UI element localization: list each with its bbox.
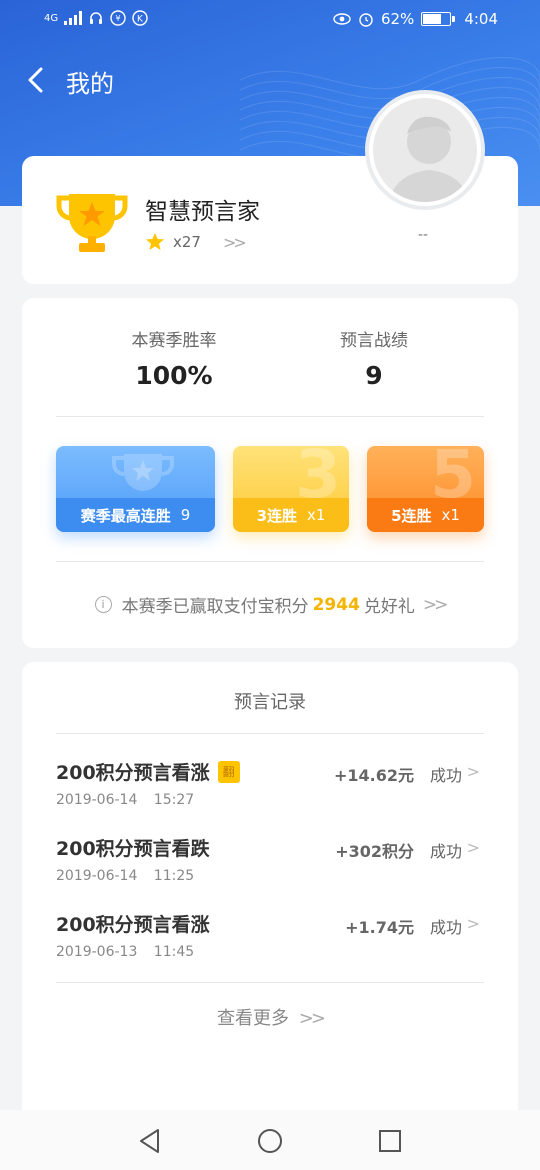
record-value: 9: [274, 361, 474, 390]
info-icon: i: [95, 596, 112, 613]
double-chevron-right-icon: >>: [423, 595, 446, 615]
badge-season-max-streak[interactable]: 赛季最高连胜 9: [56, 446, 215, 532]
headset-icon: [88, 10, 104, 26]
nickname: --: [418, 227, 428, 243]
chevron-right-icon: >: [467, 838, 480, 857]
record-status: 成功: [430, 838, 462, 862]
list-item[interactable]: 200积分预言看涨 2019-06-13 11:45 +1.74元 成功 >: [56, 910, 484, 974]
star-count: x27: [173, 233, 201, 251]
win-rate-stat: 本赛季胜率 100%: [74, 326, 274, 390]
nav-back-icon[interactable]: [136, 1126, 166, 1156]
system-nav-bar: [0, 1110, 540, 1170]
clock: 4:04: [464, 10, 498, 28]
record-title: 200积分预言看跌: [56, 834, 210, 861]
records-title: 预言记录: [22, 688, 518, 714]
record-label: 预言战绩: [274, 326, 474, 351]
battery-percent: 62%: [381, 10, 414, 28]
star-summary[interactable]: x27 >>: [145, 232, 244, 252]
badge-value: x1: [307, 506, 325, 524]
battery-icon: [421, 12, 451, 26]
list-item[interactable]: 200积分预言看跌 2019-06-14 11:25 +302积分 成功 >: [56, 834, 484, 898]
double-tag-badge: 翻: [218, 761, 240, 783]
badge-value: 9: [181, 506, 191, 524]
eye-icon: [333, 13, 351, 25]
divider: [56, 416, 484, 417]
trophy-watermark-icon: [108, 450, 178, 500]
chevron-right-icon: >: [467, 914, 480, 933]
avatar[interactable]: [365, 90, 485, 210]
win-rate-label: 本赛季胜率: [74, 326, 274, 351]
alipay-points-link[interactable]: i 本赛季已赢取支付宝积分2944兑好礼 >>: [22, 592, 518, 617]
network-type-icon: 4G: [44, 13, 58, 24]
view-more-button[interactable]: 查看更多 >>: [22, 1004, 518, 1030]
list-item[interactable]: 200积分预言看涨 翻 2019-06-14 15:27 +14.62元 成功 …: [56, 758, 484, 822]
back-button[interactable]: [20, 62, 50, 98]
chevron-left-icon: [26, 66, 44, 94]
nav-home-icon[interactable]: [255, 1126, 285, 1156]
signal-icon: [64, 11, 82, 25]
badge-3-streak[interactable]: 3 3连胜 x1: [233, 446, 349, 532]
divider: [56, 733, 484, 734]
prediction-records-card: 预言记录 200积分预言看涨 翻 2019-06-14 15:27 +14.62…: [22, 662, 518, 1122]
record-amount: +1.74元: [345, 914, 414, 938]
season-stats-card: 本赛季胜率 100% 预言战绩 9 赛季最高连胜 9 3 3连胜 x1 5 5连…: [22, 298, 518, 648]
record-date: 2019-06-13 11:45: [56, 944, 194, 960]
svg-text:¥: ¥: [116, 14, 121, 23]
win-rate-value: 100%: [74, 361, 274, 390]
star-icon: [145, 232, 165, 252]
double-chevron-right-icon: >>: [299, 1008, 323, 1029]
chevron-right-icon: >: [467, 762, 480, 781]
status-bar: 4G ¥ K 62% 4:04: [0, 0, 540, 42]
record-status: 成功: [430, 914, 462, 938]
record-stat: 预言战绩 9: [274, 326, 474, 390]
divider: [56, 982, 484, 983]
record-title: 200积分预言看涨: [56, 910, 210, 937]
badge-5-streak[interactable]: 5 5连胜 x1: [367, 446, 484, 532]
page-title: 我的: [66, 64, 114, 99]
badge-label: 赛季最高连胜: [81, 505, 171, 526]
alarm-icon: [358, 11, 374, 27]
points-suffix: 兑好礼: [364, 592, 415, 617]
record-date: 2019-06-14 15:27: [56, 792, 194, 808]
record-amount: +302积分: [335, 838, 414, 862]
record-status: 成功: [430, 762, 462, 786]
record-date: 2019-06-14 11:25: [56, 868, 194, 884]
trophy-icon: [55, 186, 129, 254]
points-prefix: 本赛季已赢取支付宝积分: [122, 592, 309, 617]
k-app-icon: K: [132, 10, 148, 26]
record-amount: +14.62元: [334, 762, 414, 786]
badge-value: x1: [442, 506, 460, 524]
view-more-label: 查看更多: [217, 1008, 289, 1029]
default-avatar-icon: [373, 98, 477, 202]
badge-label: 3连胜: [257, 505, 297, 526]
notification-icon: ¥: [110, 10, 126, 26]
record-title: 200积分预言看涨: [56, 758, 210, 785]
points-number: 2944: [313, 595, 360, 615]
nav-bar: 我的: [0, 58, 540, 102]
badge-label: 5连胜: [391, 505, 431, 526]
svg-text:K: K: [137, 15, 144, 25]
nav-recents-icon[interactable]: [375, 1126, 405, 1156]
achievement-title: 智慧预言家: [145, 192, 260, 226]
divider: [56, 561, 484, 562]
double-chevron-right-icon: >>: [223, 233, 244, 252]
